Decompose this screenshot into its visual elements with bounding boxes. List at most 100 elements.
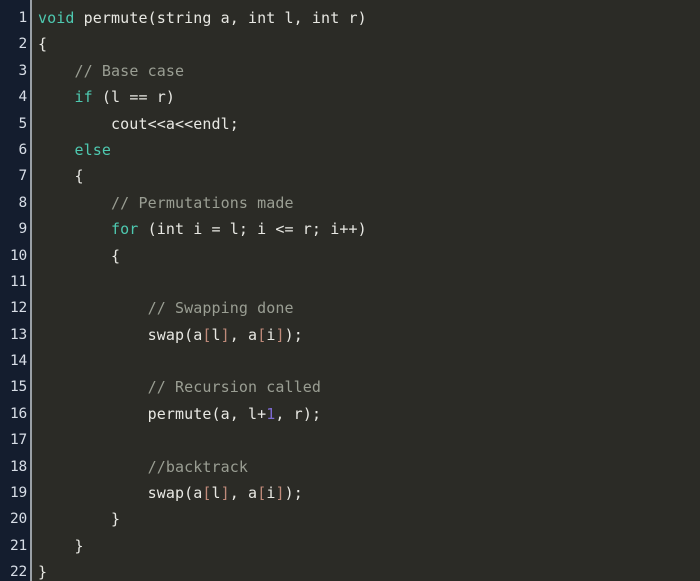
code-line[interactable]: { — [38, 31, 700, 57]
code-token-plain: , a — [229, 484, 258, 503]
code-line[interactable]: swap(a[l], a[i]); — [38, 322, 700, 348]
code-line[interactable]: //backtrack — [38, 454, 700, 480]
code-token-kw: for — [111, 220, 139, 239]
code-token-plain: ); — [284, 325, 303, 344]
line-number: 8 — [18, 194, 27, 211]
line-number: 20 — [9, 511, 27, 528]
code-token-punct: { — [111, 246, 121, 265]
code-token-plain: (int i = l; i <= r; i++) — [138, 220, 367, 239]
line-number: 18 — [9, 458, 27, 475]
line-number: 4 — [18, 89, 27, 106]
code-token-comment: // Recursion called — [147, 378, 322, 397]
code-line[interactable]: // Recursion called — [38, 374, 700, 400]
code-token-plain: l — [211, 325, 221, 344]
line-number: 15 — [9, 379, 27, 396]
line-number: 5 — [18, 115, 27, 132]
code-line[interactable]: { — [38, 243, 700, 269]
code-line[interactable]: for (int i = l; i <= r; i++) — [38, 216, 700, 242]
code-token-punct: } — [74, 536, 84, 555]
code-token-plain: permute(a, l+ — [147, 404, 267, 423]
code-token-plain: (l == r) — [92, 88, 175, 107]
line-number: 19 — [9, 485, 27, 502]
code-line[interactable]: } — [38, 506, 700, 532]
code-token-comment: // Swapping done — [147, 299, 294, 318]
code-editor: 1 2 3 4 5 6 7 8 9 10 11 12 13 14 15 16 17 18 19 20 21 22 void… — [0, 0, 700, 581]
code-token-plain: permute(string a, int l, int r) — [74, 9, 367, 27]
code-token-bracket: ] — [275, 325, 285, 344]
line-number: 14 — [9, 353, 27, 370]
code-token-plain: , r); — [275, 404, 322, 423]
line-number: 3 — [18, 62, 27, 79]
line-number: 7 — [18, 168, 27, 185]
code-token-bracket: [ — [257, 325, 267, 344]
code-token-plain: swap(a — [147, 484, 203, 503]
code-token-bracket: ] — [275, 484, 285, 503]
line-number: 22 — [9, 564, 27, 581]
code-token-plain: cout<<a<<endl; — [111, 114, 239, 133]
code-line[interactable]: swap(a[l], a[i]); — [38, 480, 700, 506]
code-content-area[interactable]: void permute(string a, int l, int r) { //… — [32, 0, 700, 581]
line-number: 12 — [9, 300, 27, 317]
code-token-plain: ); — [284, 484, 303, 503]
code-token-comment: // Permutations made — [111, 193, 294, 212]
line-number: 6 — [18, 141, 27, 158]
line-number: 17 — [9, 432, 27, 449]
code-token-plain: l — [211, 484, 221, 503]
code-line[interactable] — [38, 269, 700, 295]
code-token-plain: , a — [229, 325, 258, 344]
code-token-comment: // Base case — [74, 61, 185, 80]
line-number: 1 — [18, 10, 27, 26]
line-number: 13 — [9, 326, 27, 343]
code-token-plain: swap(a — [147, 325, 203, 344]
code-line[interactable]: void permute(string a, int l, int r) — [38, 5, 700, 31]
code-token-bracket: [ — [202, 484, 212, 503]
code-token-punct: } — [38, 563, 48, 581]
code-token-punct: { — [74, 167, 84, 186]
code-token-comment: //backtrack — [147, 457, 249, 476]
code-line[interactable] — [38, 348, 700, 374]
code-line[interactable]: // Swapping done — [38, 295, 700, 321]
code-token-punct: } — [111, 510, 121, 529]
code-line[interactable]: } — [38, 559, 700, 581]
code-token-bracket: ] — [220, 484, 230, 503]
code-line[interactable]: if (l == r) — [38, 84, 700, 110]
code-token-kw: void — [38, 9, 75, 27]
line-number-gutter: 1 2 3 4 5 6 7 8 9 10 11 12 13 14 15 16 17 18 19 20 21 22 — [0, 0, 32, 581]
code-line[interactable]: { — [38, 163, 700, 189]
code-line[interactable]: // Permutations made — [38, 190, 700, 216]
line-number: 16 — [9, 405, 27, 422]
line-number: 2 — [18, 36, 27, 53]
code-line[interactable] — [38, 427, 700, 453]
code-token-punct: { — [38, 35, 48, 54]
code-token-bracket: [ — [202, 325, 212, 344]
code-line[interactable]: permute(a, l+1, r); — [38, 401, 700, 427]
code-token-bracket: ] — [220, 325, 230, 344]
code-line[interactable]: // Base case — [38, 58, 700, 84]
line-number: 9 — [18, 221, 27, 238]
line-number: 21 — [9, 537, 27, 554]
line-number: 10 — [9, 247, 27, 264]
line-number: 11 — [9, 273, 27, 290]
code-line[interactable]: } — [38, 533, 700, 559]
code-line[interactable]: cout<<a<<endl; — [38, 111, 700, 137]
code-token-bracket: [ — [257, 484, 267, 503]
code-token-kw: if — [74, 88, 93, 107]
code-token-kw: else — [74, 140, 112, 159]
code-line[interactable]: else — [38, 137, 700, 163]
